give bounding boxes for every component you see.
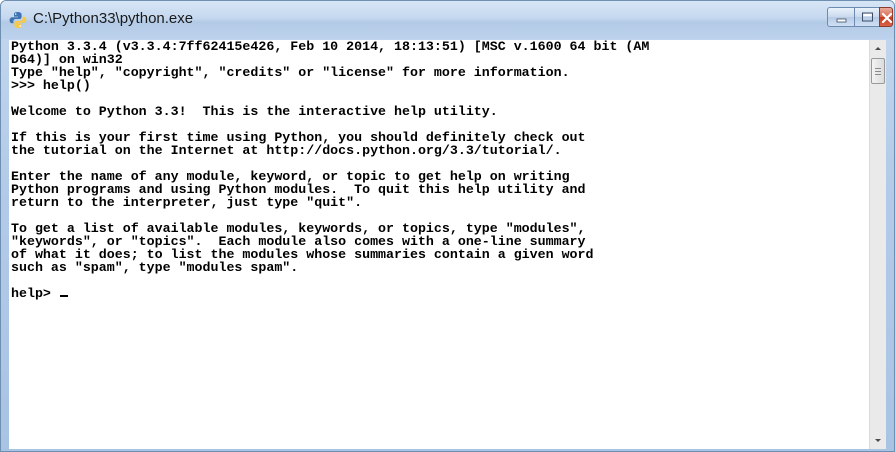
python-icon[interactable] bbox=[9, 11, 27, 29]
console-client-area: Python 3.3.4 (v3.3.4:7ff62415e426, Feb 1… bbox=[9, 40, 886, 449]
grip-line bbox=[875, 71, 881, 72]
console-output[interactable]: Python 3.3.4 (v3.3.4:7ff62415e426, Feb 1… bbox=[11, 40, 867, 449]
console-line: Python 3.3.4 (v3.3.4:7ff62415e426, Feb 1… bbox=[11, 40, 650, 54]
scroll-down-button[interactable] bbox=[870, 432, 886, 449]
help-prompt: help> bbox=[11, 286, 59, 301]
chevron-down-icon bbox=[875, 439, 881, 442]
scroll-up-button[interactable] bbox=[870, 40, 886, 57]
vertical-scrollbar[interactable] bbox=[869, 40, 886, 449]
grip-line bbox=[875, 68, 881, 69]
console-line: >>> help() bbox=[11, 78, 91, 93]
scroll-thumb[interactable] bbox=[871, 58, 885, 84]
console-line: Welcome to Python 3.3! This is the inter… bbox=[11, 104, 498, 119]
maximize-button[interactable] bbox=[854, 7, 880, 27]
console-line: return to the interpreter, just type "qu… bbox=[11, 195, 363, 210]
text-cursor bbox=[59, 295, 68, 297]
minimize-button[interactable] bbox=[827, 7, 855, 27]
window-title: C:\Python33\python.exe bbox=[33, 10, 194, 27]
console-line: such as "spam", type "modules spam". bbox=[11, 260, 299, 275]
grip-line bbox=[875, 74, 881, 75]
close-button[interactable] bbox=[879, 7, 893, 27]
prompt-line[interactable]: help> bbox=[11, 287, 867, 300]
console-line: Type "help", "copyright", "credits" or "… bbox=[11, 65, 570, 80]
maximize-icon bbox=[862, 12, 873, 22]
title-bar[interactable]: C:\Python33\python.exe bbox=[1, 1, 894, 39]
chevron-up-icon bbox=[875, 47, 881, 50]
console-window: C:\Python33\python.exe Python 3.3.4 (v3.… bbox=[0, 0, 895, 452]
console-line: the tutorial on the Internet at http://d… bbox=[11, 143, 562, 158]
close-icon bbox=[881, 12, 893, 24]
minimize-icon bbox=[836, 18, 847, 23]
